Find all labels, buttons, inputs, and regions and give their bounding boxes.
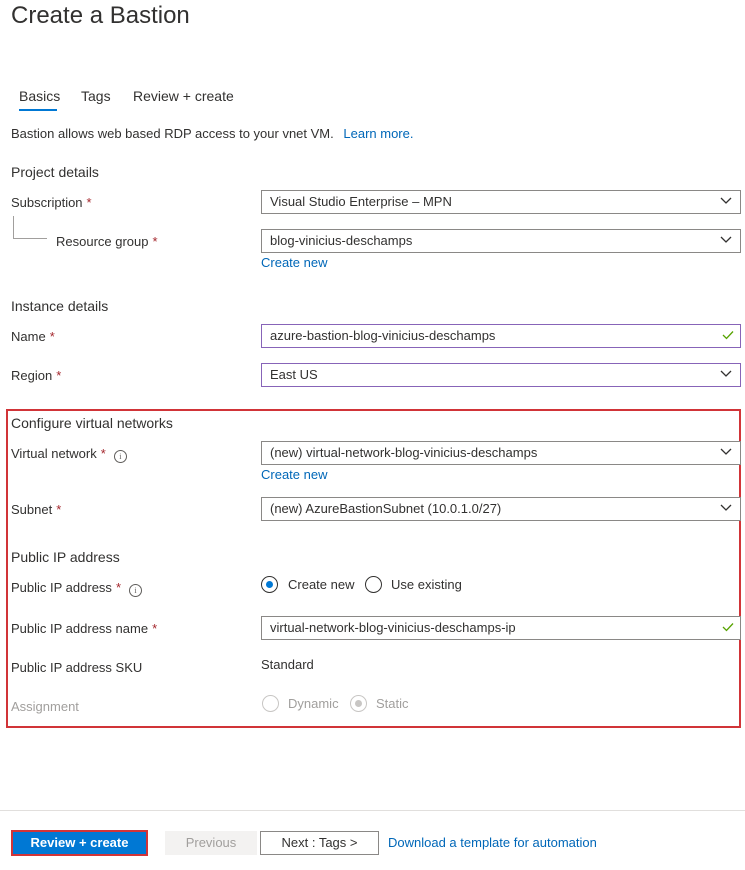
required-marker: * xyxy=(56,368,62,383)
checkmark-icon xyxy=(722,331,734,340)
review-create-button[interactable]: Review + create xyxy=(11,830,148,856)
required-marker: * xyxy=(56,502,62,517)
public-ip-name-input[interactable]: virtual-network-blog-vinicius-deschamps-… xyxy=(261,616,741,640)
public-ip-sku-label: Public IP address SKU xyxy=(11,660,143,675)
tab-basics[interactable]: Basics xyxy=(19,88,60,104)
configure-vnet-heading: Configure virtual networks xyxy=(11,415,173,431)
public-ip-use-existing-radio[interactable] xyxy=(365,576,382,593)
vnet-value: (new) virtual-network-blog-vinicius-desc… xyxy=(270,445,538,460)
vnet-dropdown[interactable]: (new) virtual-network-blog-vinicius-desc… xyxy=(261,441,741,465)
download-template-link[interactable]: Download a template for automation xyxy=(388,835,597,850)
public-ip-create-new-radio[interactable] xyxy=(261,576,278,593)
footer-divider xyxy=(0,810,745,811)
required-marker: * xyxy=(152,234,158,249)
required-marker: * xyxy=(49,329,55,344)
previous-button: Previous xyxy=(165,831,257,855)
name-value: azure-bastion-blog-vinicius-deschamps xyxy=(270,328,496,343)
instance-details-heading: Instance details xyxy=(11,298,109,314)
public-ip-create-new-label[interactable]: Create new xyxy=(288,577,354,592)
subscription-dropdown[interactable]: Visual Studio Enterprise – MPN xyxy=(261,190,741,214)
active-tab-indicator xyxy=(19,109,57,111)
next-tags-button[interactable]: Next : Tags > xyxy=(260,831,379,855)
name-label-text: Name xyxy=(11,329,46,344)
public-ip-name-label: Public IP address name * xyxy=(11,621,157,636)
region-value: East US xyxy=(270,367,318,382)
required-marker: * xyxy=(152,621,158,636)
required-marker: * xyxy=(115,580,121,595)
assignment-static-label: Static xyxy=(376,696,409,711)
subnet-label: Subnet * xyxy=(11,502,61,517)
tab-review-create[interactable]: Review + create xyxy=(133,88,234,104)
subnet-dropdown[interactable]: (new) AzureBastionSubnet (10.0.1.0/27) xyxy=(261,497,741,521)
vnet-label-text: Virtual network xyxy=(11,446,97,461)
info-icon[interactable]: i xyxy=(129,584,142,597)
name-input[interactable]: azure-bastion-blog-vinicius-deschamps xyxy=(261,324,741,348)
subscription-label-text: Subscription xyxy=(11,195,83,210)
info-icon[interactable]: i xyxy=(113,450,127,463)
assignment-label: Assignment xyxy=(11,699,79,714)
vnet-create-new-link[interactable]: Create new xyxy=(261,467,327,482)
public-ip-heading: Public IP address xyxy=(11,549,120,565)
resource-group-dropdown[interactable]: blog-vinicius-deschamps xyxy=(261,229,741,253)
vnet-label: Virtual network * i xyxy=(11,446,127,463)
subnet-label-text: Subnet xyxy=(11,502,53,517)
tree-connector xyxy=(13,238,47,239)
checkmark-icon xyxy=(722,623,734,632)
public-ip-use-existing-label[interactable]: Use existing xyxy=(391,577,462,592)
required-marker: * xyxy=(86,195,92,210)
resource-group-label-text: Resource group xyxy=(56,234,149,249)
chevron-down-icon xyxy=(720,236,732,243)
learn-more-link[interactable]: Learn more. xyxy=(343,126,413,141)
project-details-heading: Project details xyxy=(11,164,99,180)
page-title: Create a Bastion xyxy=(11,2,190,29)
chevron-down-icon xyxy=(720,504,732,511)
chevron-down-icon xyxy=(720,370,732,377)
subscription-label: Subscription * xyxy=(11,195,92,210)
public-ip-label-text: Public IP address xyxy=(11,580,112,595)
resource-group-create-new-link[interactable]: Create new xyxy=(261,255,327,270)
description-text: Bastion allows web based RDP access to y… xyxy=(11,126,334,141)
required-marker: * xyxy=(100,446,106,461)
assignment-dynamic-radio xyxy=(262,695,279,712)
chevron-down-icon xyxy=(720,197,732,204)
resource-group-value: blog-vinicius-deschamps xyxy=(270,233,413,248)
public-ip-sku-value: Standard xyxy=(261,657,314,672)
subscription-value: Visual Studio Enterprise – MPN xyxy=(270,194,452,209)
description: Bastion allows web based RDP access to y… xyxy=(11,126,413,141)
public-ip-name-label-text: Public IP address name xyxy=(11,621,149,636)
region-label: Region * xyxy=(11,368,61,383)
public-ip-label: Public IP address * i xyxy=(11,580,142,597)
tab-tags[interactable]: Tags xyxy=(81,88,111,104)
subnet-value: (new) AzureBastionSubnet (10.0.1.0/27) xyxy=(270,501,502,516)
assignment-static-radio xyxy=(350,695,367,712)
public-ip-name-value: virtual-network-blog-vinicius-deschamps-… xyxy=(270,620,516,635)
region-label-text: Region xyxy=(11,368,53,383)
assignment-dynamic-label: Dynamic xyxy=(288,696,339,711)
tree-connector xyxy=(13,216,14,238)
chevron-down-icon xyxy=(720,448,732,455)
region-dropdown[interactable]: East US xyxy=(261,363,741,387)
name-label: Name * xyxy=(11,329,55,344)
resource-group-label: Resource group * xyxy=(56,234,158,249)
